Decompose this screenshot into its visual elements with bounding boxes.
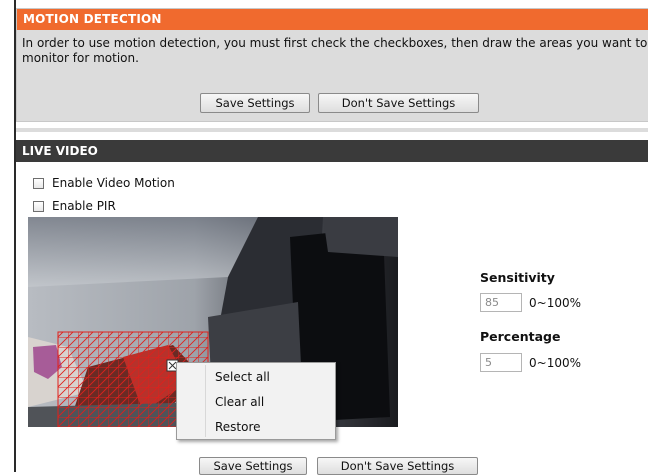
percentage-label: Percentage bbox=[480, 329, 561, 344]
context-menu-select-all[interactable]: Select all bbox=[215, 370, 270, 384]
save-settings-button-bottom[interactable]: Save Settings bbox=[199, 457, 307, 475]
context-menu-gutter bbox=[205, 365, 206, 437]
sensitivity-label: Sensitivity bbox=[480, 270, 555, 285]
context-menu: Select all Clear all Restore bbox=[176, 362, 336, 440]
section-separator bbox=[16, 128, 648, 132]
context-menu-clear-all[interactable]: Clear all bbox=[215, 395, 264, 409]
motion-detection-description: In order to use motion detection, you mu… bbox=[22, 36, 648, 65]
enable-video-motion-checkbox[interactable] bbox=[33, 177, 44, 189]
context-menu-restore[interactable]: Restore bbox=[215, 420, 261, 434]
enable-video-motion-label: Enable Video Motion bbox=[52, 176, 175, 190]
motion-detection-panel: MOTION DETECTION In order to use motion … bbox=[16, 8, 648, 122]
dont-save-settings-button-top[interactable]: Don't Save Settings bbox=[318, 93, 479, 113]
sensitivity-input[interactable]: 85 bbox=[480, 293, 522, 312]
enable-video-motion-row[interactable]: Enable Video Motion bbox=[33, 175, 175, 191]
motion-detection-title: MOTION DETECTION bbox=[17, 9, 648, 30]
live-video-title: LIVE VIDEO bbox=[16, 140, 648, 162]
percentage-input[interactable]: 5 bbox=[480, 353, 522, 372]
enable-pir-row[interactable]: Enable PIR bbox=[33, 198, 116, 214]
sensitivity-range: 0~100% bbox=[529, 296, 581, 310]
percentage-range: 0~100% bbox=[529, 356, 581, 370]
dont-save-settings-button-bottom[interactable]: Don't Save Settings bbox=[317, 457, 478, 475]
enable-pir-checkbox[interactable] bbox=[33, 200, 44, 212]
enable-pir-label: Enable PIR bbox=[52, 199, 116, 213]
save-settings-button-top[interactable]: Save Settings bbox=[200, 93, 310, 113]
